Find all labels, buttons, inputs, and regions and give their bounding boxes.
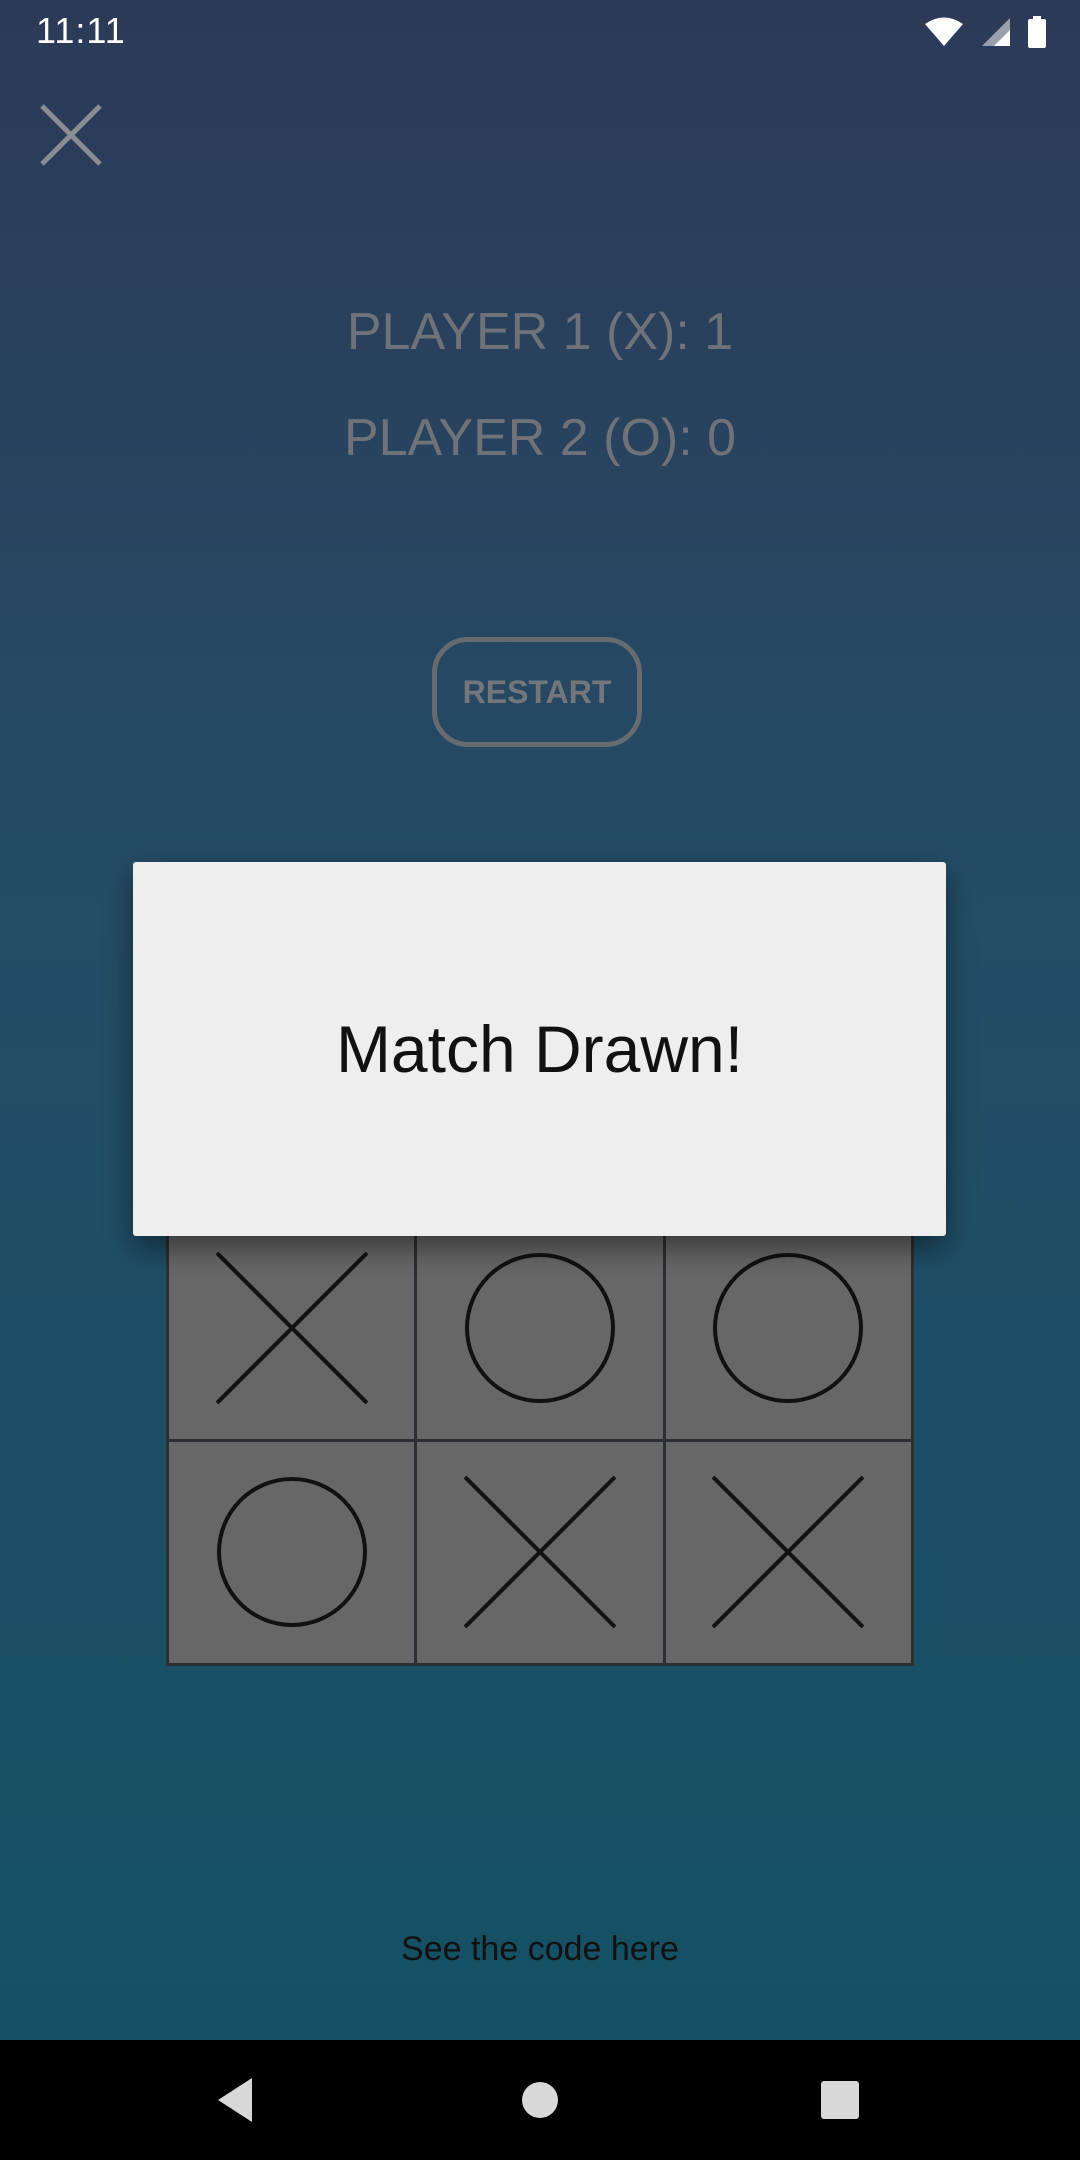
wifi-icon [925, 17, 963, 46]
o-mark-icon [464, 1252, 615, 1403]
player1-score: PLAYER 1 (X): 1 [346, 303, 734, 361]
game-screen: 11:11 PLAYER 1 (X): 1 PLAYER 2 (O): 0 RE… [0, 0, 1080, 2040]
back-icon [218, 2078, 252, 2122]
home-button[interactable] [510, 2070, 570, 2130]
signal-icon [982, 18, 1010, 46]
board-cell[interactable] [169, 1217, 415, 1439]
recents-button[interactable] [810, 2070, 870, 2130]
board-cell[interactable] [169, 1441, 415, 1663]
x-mark-icon [711, 1475, 865, 1629]
x-mark-icon [463, 1475, 617, 1629]
x-mark-icon [215, 1251, 369, 1405]
restart-button[interactable]: RESTART [432, 637, 642, 747]
board-cell[interactable] [665, 1441, 911, 1663]
recents-icon [821, 2081, 859, 2119]
board-cell[interactable] [665, 1217, 911, 1439]
result-dialog[interactable]: Match Drawn! [133, 862, 946, 1236]
home-icon [522, 2082, 558, 2118]
status-time: 11:11 [36, 10, 126, 51]
status-icons [924, 14, 1046, 50]
close-icon [40, 104, 102, 166]
o-mark-icon [216, 1477, 367, 1628]
back-button[interactable] [208, 2070, 268, 2130]
board-cell[interactable] [417, 1217, 663, 1439]
o-mark-icon [713, 1252, 864, 1403]
player2-score: PLAYER 2 (O): 0 [343, 409, 737, 467]
see-code-link[interactable]: See the code here [0, 1930, 1080, 1969]
board-cell[interactable] [417, 1441, 663, 1663]
battery-icon [1028, 16, 1046, 48]
dialog-message: Match Drawn! [335, 1012, 744, 1086]
system-nav-bar [0, 2040, 1080, 2160]
close-button[interactable] [36, 100, 106, 170]
